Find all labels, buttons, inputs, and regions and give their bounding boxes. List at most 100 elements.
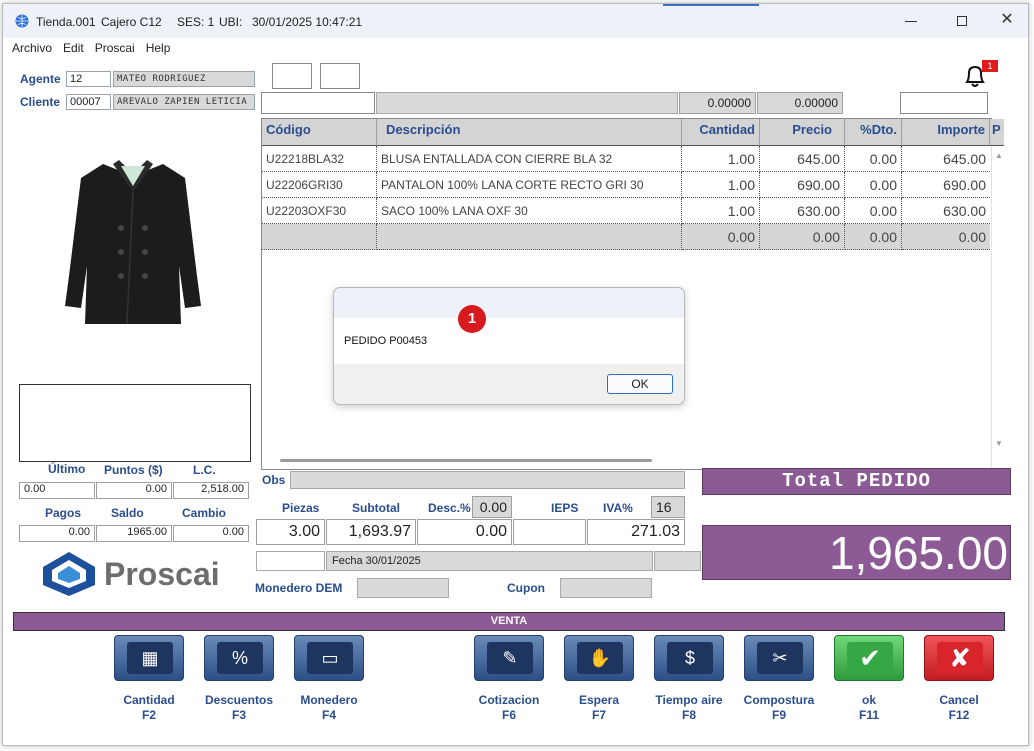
lc-label: L.C. bbox=[193, 463, 216, 477]
window-title-cashier: Cajero C12 bbox=[101, 15, 162, 29]
percent-icon: % bbox=[217, 642, 263, 674]
dialog-titlebar bbox=[334, 288, 684, 318]
aux-box-2[interactable] bbox=[320, 63, 360, 89]
product-jacket-image bbox=[65, 160, 201, 325]
saldo-value: 1965.00 bbox=[96, 525, 172, 542]
horizontal-scrollbar[interactable] bbox=[280, 459, 652, 462]
message-dialog: 1 PEDIDO P00453 OK bbox=[333, 287, 685, 405]
row2-precio[interactable]: 630.00 bbox=[760, 198, 845, 224]
scroll-up-icon[interactable]: ▲ bbox=[995, 151, 1003, 160]
row0-importe[interactable]: 645.00 bbox=[902, 146, 990, 172]
card-icon: ▭ bbox=[307, 642, 353, 674]
pagos-value: 0.00 bbox=[19, 525, 95, 542]
row0-codigo[interactable]: U22218BLA32 bbox=[262, 146, 377, 172]
fecha-extra-field bbox=[654, 551, 701, 571]
descuentos-button[interactable]: % bbox=[204, 635, 274, 681]
app-window: Tienda.001 Cajero C12 SES: 1 UBI: 30/01/… bbox=[2, 3, 1029, 746]
row1-codigo[interactable]: U22206GRI30 bbox=[262, 172, 377, 198]
obs-label: Obs bbox=[262, 473, 286, 487]
cantidad-button[interactable]: ▦ bbox=[114, 635, 184, 681]
search-code-input[interactable] bbox=[261, 92, 375, 114]
dialog-message: PEDIDO P00453 bbox=[344, 335, 428, 347]
row2-desc[interactable]: SACO 100% LANA OXF 30 bbox=[377, 198, 682, 224]
menu-bar: Archivo Edit Proscai Help bbox=[3, 38, 1028, 58]
cliente-code-field[interactable]: 00007 bbox=[66, 94, 111, 110]
puntos-value: 0.00 bbox=[96, 482, 172, 499]
obs-field[interactable] bbox=[290, 471, 685, 489]
row2-codigo[interactable]: U22203OXF30 bbox=[262, 198, 377, 224]
row1-cant[interactable]: 1.00 bbox=[682, 172, 760, 198]
document-edit-icon: ✎ bbox=[487, 642, 533, 674]
fecha-field: Fecha 30/01/2025 bbox=[326, 551, 653, 571]
tiempo-aire-button[interactable]: $ bbox=[654, 635, 724, 681]
minimize-button[interactable] bbox=[901, 12, 921, 30]
maximize-button[interactable] bbox=[952, 12, 972, 30]
fecha-aux-field bbox=[256, 551, 325, 571]
col-descripcion[interactable]: Descripción bbox=[377, 119, 682, 146]
monedero-btn-label: Monedero F4 bbox=[300, 693, 358, 722]
monedero-field[interactable] bbox=[357, 578, 449, 598]
total-label: Total PEDIDO bbox=[702, 468, 1011, 495]
vertical-scrollbar[interactable] bbox=[991, 146, 992, 469]
totals-cant: 0.00 bbox=[682, 224, 760, 250]
proscai-logo-text: Proscai bbox=[104, 556, 220, 592]
cambio-value: 0.00 bbox=[173, 525, 249, 542]
saldo-label: Saldo bbox=[111, 506, 144, 520]
col-codigo[interactable]: Código bbox=[262, 119, 377, 146]
piezas-value: 3.00 bbox=[256, 519, 325, 545]
row2-dto[interactable]: 0.00 bbox=[845, 198, 902, 224]
cupon-field[interactable] bbox=[560, 578, 652, 598]
cotizacion-button[interactable]: ✎ bbox=[474, 635, 544, 681]
proscai-logo-icon bbox=[43, 552, 95, 596]
monedero-button[interactable]: ▭ bbox=[294, 635, 364, 681]
total-amount: 1,965.00 bbox=[702, 525, 1011, 580]
cambio-label: Cambio bbox=[182, 506, 227, 520]
top-aux-input[interactable] bbox=[900, 92, 988, 114]
row0-dto[interactable]: 0.00 bbox=[845, 146, 902, 172]
puntos-label: Puntos ($) bbox=[104, 463, 163, 477]
col-dto[interactable]: %Dto. bbox=[845, 119, 902, 146]
close-icon[interactable]: ✕ bbox=[997, 10, 1017, 30]
menu-edit[interactable]: Edit bbox=[63, 38, 84, 58]
col-precio[interactable]: Precio bbox=[760, 119, 845, 146]
row0-cant[interactable]: 1.00 bbox=[682, 146, 760, 172]
cancel-button[interactable]: ✘ bbox=[924, 635, 994, 681]
cliente-label: Cliente bbox=[20, 95, 61, 109]
venta-bar: VENTA bbox=[13, 612, 1005, 631]
dialog-badge: 1 bbox=[458, 305, 486, 333]
iva-pct-field: 16 bbox=[651, 496, 685, 518]
totals-desc bbox=[377, 224, 682, 250]
row1-desc[interactable]: PANTALON 100% LANA CORTE RECTO GRI 30 bbox=[377, 172, 682, 198]
menu-proscai[interactable]: Proscai bbox=[95, 38, 135, 58]
row0-desc[interactable]: BLUSA ENTALLADA CON CIERRE BLA 32 bbox=[377, 146, 682, 172]
aux-box-1[interactable] bbox=[272, 63, 312, 89]
ultimo-label: Último bbox=[48, 462, 86, 476]
scroll-down-icon[interactable]: ▼ bbox=[995, 439, 1003, 448]
row2-importe[interactable]: 630.00 bbox=[902, 198, 990, 224]
agente-label: Agente bbox=[20, 72, 61, 86]
row2-cant[interactable]: 1.00 bbox=[682, 198, 760, 224]
espera-button[interactable]: ✋ bbox=[564, 635, 634, 681]
row1-precio[interactable]: 690.00 bbox=[760, 172, 845, 198]
row1-dto[interactable]: 0.00 bbox=[845, 172, 902, 198]
iva-value: 271.03 bbox=[587, 519, 685, 545]
row1-importe[interactable]: 690.00 bbox=[902, 172, 990, 198]
col-p[interactable]: P bbox=[990, 119, 1004, 146]
col-cantidad[interactable]: Cantidad bbox=[682, 119, 760, 146]
menu-help[interactable]: Help bbox=[146, 38, 171, 58]
cliente-name-field: AREVALO ZAPIEN LETICIA bbox=[113, 94, 255, 110]
ok-button[interactable]: ✔ bbox=[834, 635, 904, 681]
totals-precio: 0.00 bbox=[760, 224, 845, 250]
totals-codigo bbox=[262, 224, 377, 250]
window-title-ubi: UBI: bbox=[219, 15, 243, 29]
desc-pct-field[interactable]: 0.00 bbox=[472, 496, 512, 518]
menu-archivo[interactable]: Archivo bbox=[12, 38, 52, 58]
row0-precio[interactable]: 645.00 bbox=[760, 146, 845, 172]
hand-icon: ✋ bbox=[577, 642, 623, 674]
col-importe[interactable]: Importe bbox=[902, 119, 990, 146]
agente-code-field[interactable]: 12 bbox=[66, 71, 111, 87]
piezas-label: Piezas bbox=[282, 501, 320, 515]
dialog-ok-button[interactable]: OK bbox=[607, 374, 673, 394]
compostura-button[interactable]: ✂ bbox=[744, 635, 814, 681]
totals-dto: 0.00 bbox=[845, 224, 902, 250]
